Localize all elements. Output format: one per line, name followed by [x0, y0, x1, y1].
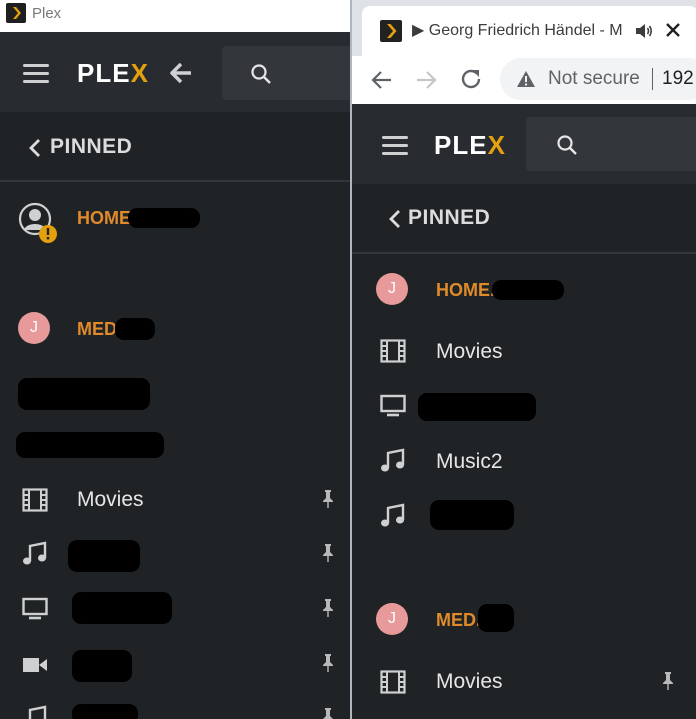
redaction-mark [115, 318, 155, 340]
music-icon [23, 541, 47, 565]
forward-arrow-icon[interactable] [414, 68, 438, 92]
back-arrow-icon[interactable] [168, 60, 194, 86]
tab-title: ▶ Georg Friedrich Händel - M [412, 22, 623, 39]
omnibox-divider [652, 68, 653, 90]
speaker-icon[interactable] [634, 22, 654, 40]
music-icon [381, 503, 405, 527]
left-plex-window: Plex PLEX PINNED HOME J MED Movies [0, 0, 350, 719]
plex-top-bar: PLEX [352, 104, 696, 184]
back-arrow-icon[interactable] [370, 68, 394, 92]
redaction-mark [128, 208, 200, 228]
pin-icon[interactable] [662, 671, 674, 691]
server-label: HOME [77, 208, 131, 228]
avatar: J [18, 312, 50, 344]
warning-icon[interactable] [516, 69, 536, 89]
pin-icon[interactable] [322, 598, 334, 618]
server-label: HOME. [436, 280, 496, 300]
chevron-left-icon [389, 210, 400, 228]
pinned-header[interactable]: PINNED [0, 112, 350, 182]
server-label: MED. [436, 610, 481, 630]
window-title: Plex [32, 5, 62, 22]
redaction-mark [492, 280, 564, 300]
pin-icon[interactable] [322, 707, 334, 719]
server-label: MED [77, 319, 117, 339]
film-icon [380, 339, 406, 363]
library-label: Music2 [436, 450, 503, 473]
pinned-header[interactable]: PINNED [352, 184, 696, 254]
pinned-label: PINNED [408, 206, 491, 229]
tv-icon [22, 597, 48, 620]
window-titlebar: Plex [0, 0, 350, 32]
user-warning-icon [18, 202, 57, 243]
tab-strip: ▶ Georg Friedrich Händel - M [352, 0, 696, 56]
music-icon [28, 705, 47, 719]
hamburger-menu-icon[interactable] [23, 64, 49, 84]
redaction-mark [72, 704, 138, 719]
url-text[interactable]: 192 [662, 68, 694, 90]
browser-tab[interactable]: ▶ Georg Friedrich Händel - M [362, 6, 696, 56]
pinned-label: PINNED [50, 135, 133, 158]
library-label: Movies [77, 488, 144, 511]
plex-favicon-icon [380, 20, 402, 42]
address-bar[interactable]: Not secure 192 [500, 58, 696, 100]
plex-favicon-icon [6, 3, 26, 23]
search-icon [251, 64, 271, 84]
browser-chrome: ▶ Georg Friedrich Händel - M Not secure … [352, 0, 696, 104]
search-icon [557, 135, 577, 155]
pin-icon[interactable] [322, 543, 334, 563]
redaction-mark [68, 540, 140, 572]
film-icon [22, 488, 48, 512]
right-browser-window: ▶ Georg Friedrich Händel - M Not secure … [350, 0, 696, 719]
security-status: Not secure [548, 68, 640, 89]
pin-icon[interactable] [322, 489, 334, 509]
search-box[interactable] [526, 117, 696, 171]
video-camera-icon [23, 658, 47, 672]
redaction-mark [72, 650, 132, 682]
library-label: Movies [436, 340, 503, 363]
browser-toolbar: Not secure 192 [352, 56, 696, 104]
tv-icon [380, 394, 406, 417]
plex-logo[interactable]: PLEX [434, 130, 506, 161]
redaction-mark [16, 432, 164, 458]
avatar: J [376, 273, 408, 305]
search-box[interactable] [222, 46, 350, 100]
avatar: J [376, 603, 408, 635]
music-icon [381, 448, 405, 472]
chevron-left-icon [29, 139, 40, 157]
film-icon [380, 670, 406, 694]
close-icon[interactable] [662, 19, 684, 41]
library-label: Movies [436, 670, 503, 693]
redaction-mark [72, 592, 172, 624]
redaction-mark [418, 393, 536, 421]
reload-icon[interactable] [458, 66, 484, 92]
redaction-mark [18, 378, 150, 410]
plex-logo[interactable]: PLEX [77, 58, 149, 89]
pin-icon[interactable] [322, 653, 334, 673]
redaction-mark [478, 604, 514, 632]
plex-top-bar: PLEX [0, 32, 350, 112]
redaction-mark [430, 500, 514, 530]
hamburger-menu-icon[interactable] [382, 136, 408, 156]
